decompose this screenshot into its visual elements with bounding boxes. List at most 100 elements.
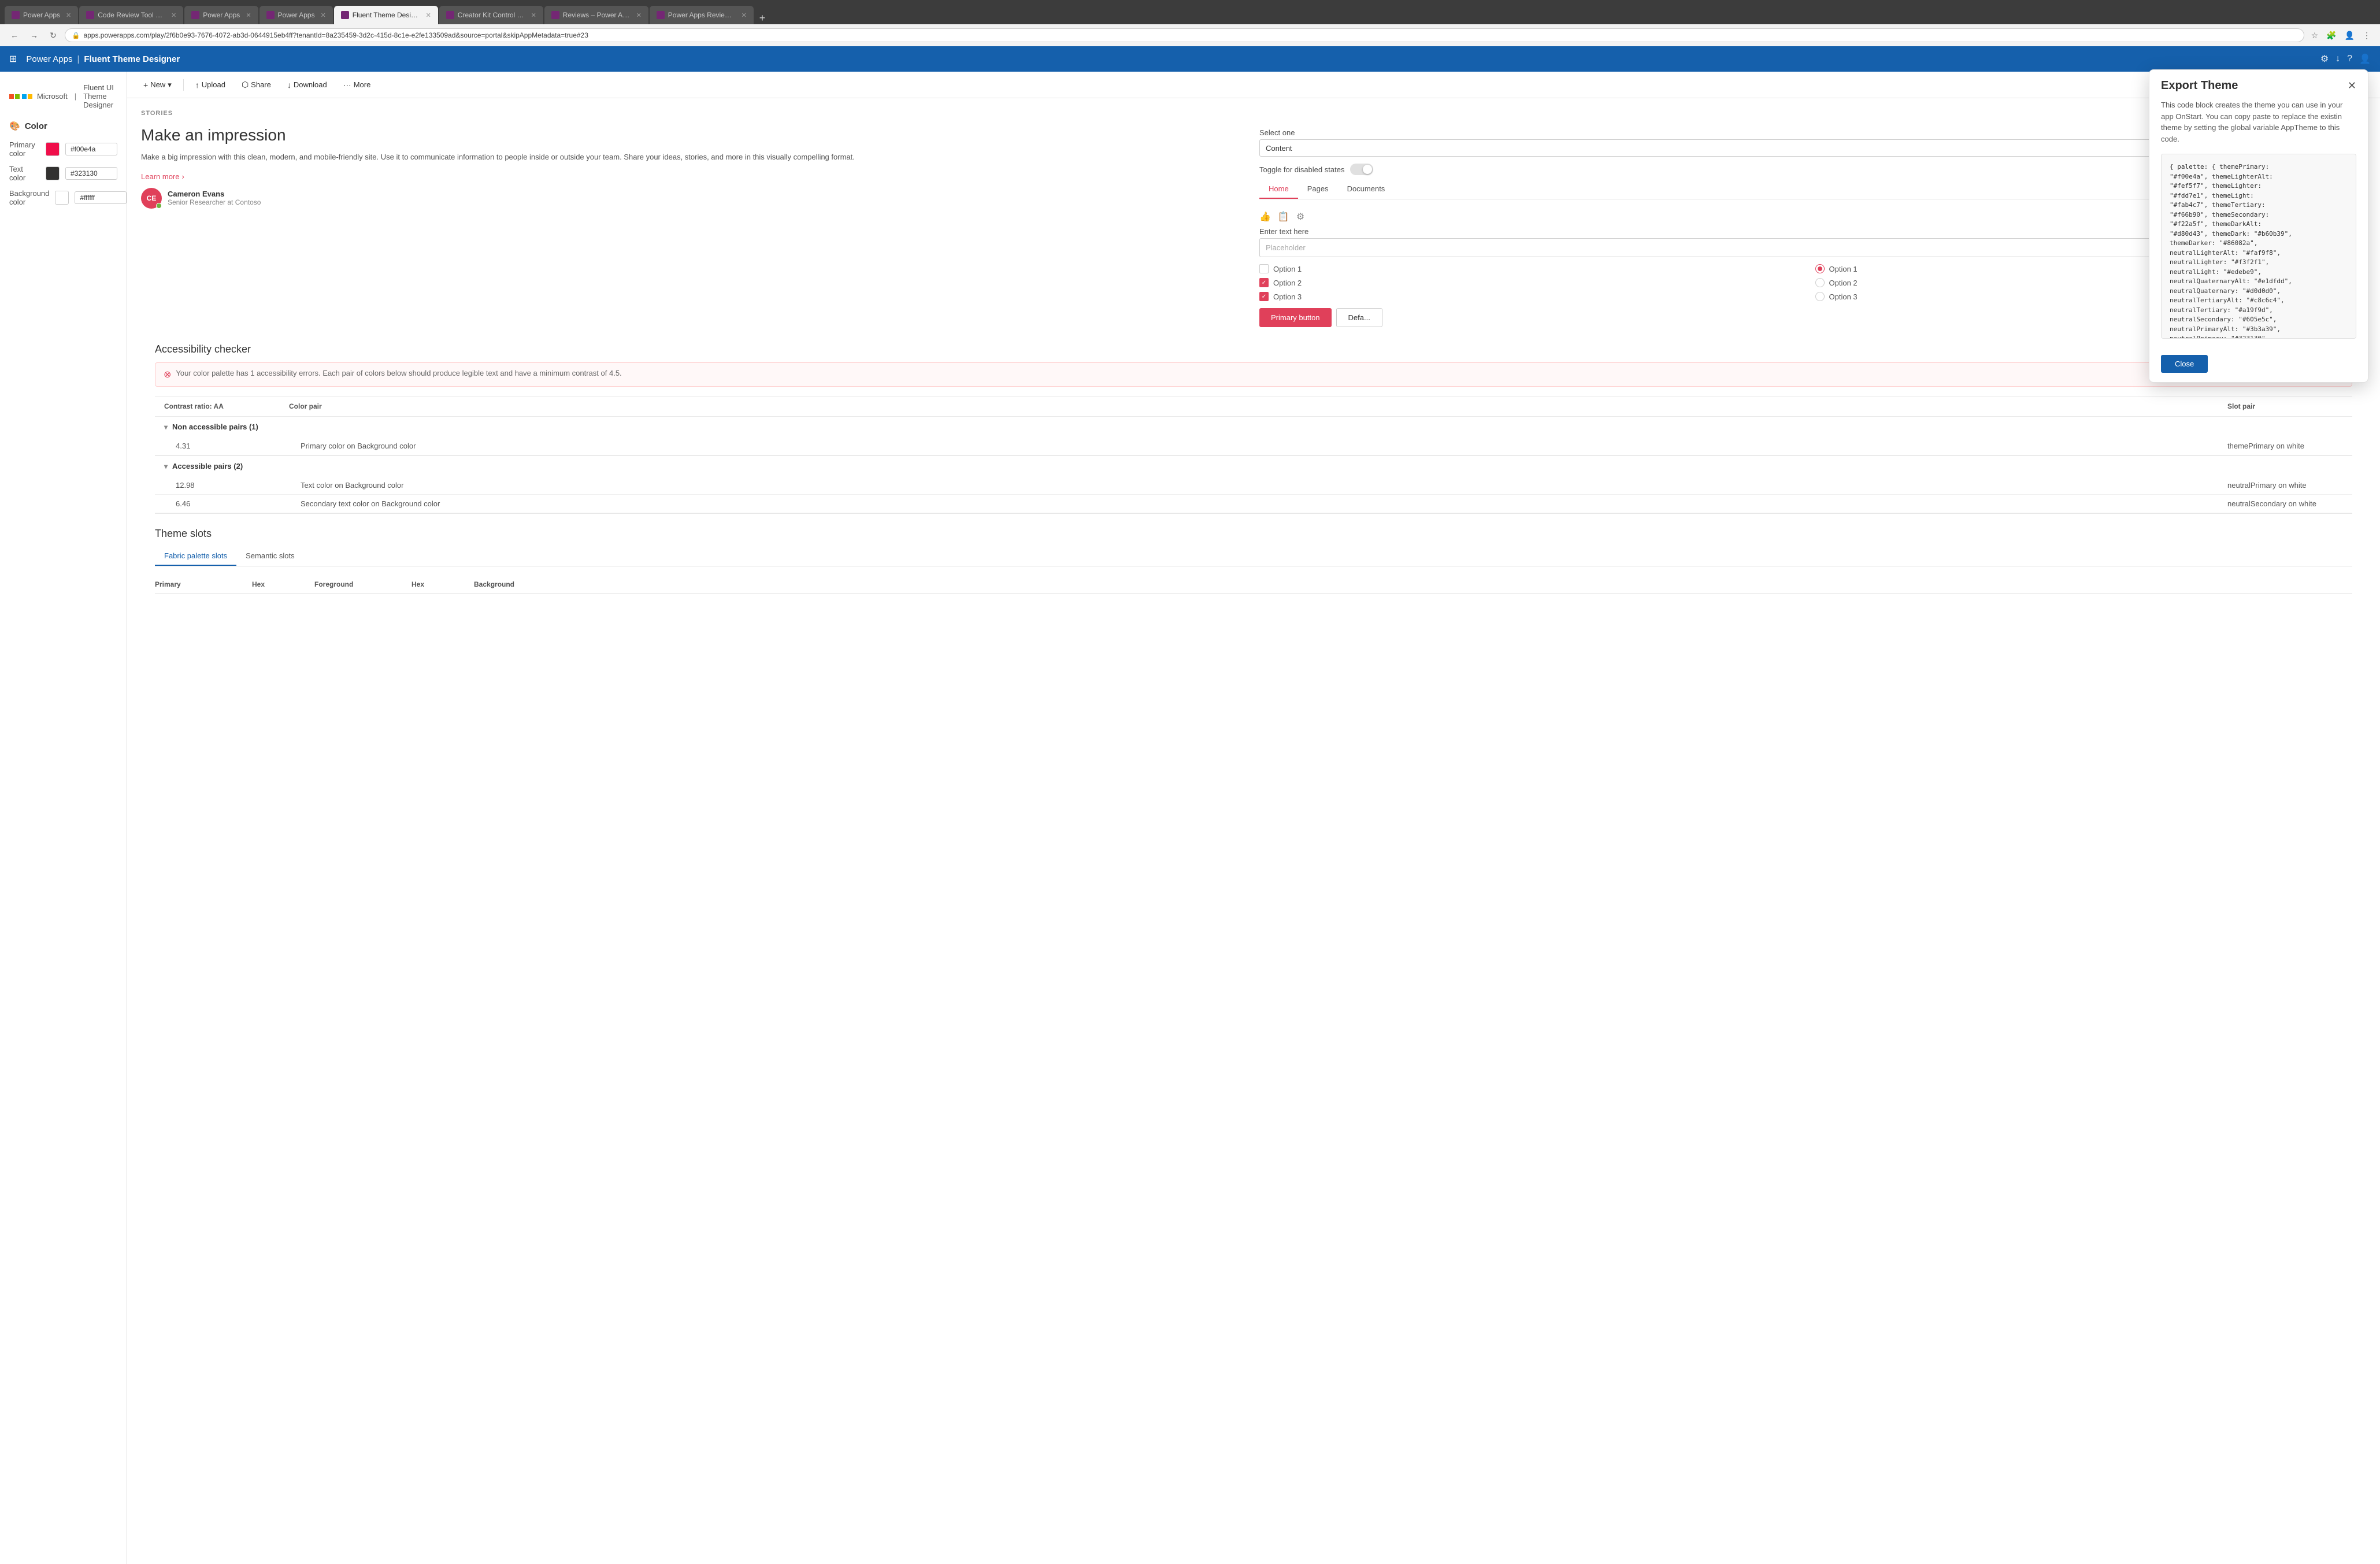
tab-6[interactable]: Creator Kit Control Refere... ✕ [439,6,543,24]
tab-3[interactable]: Power Apps ✕ [184,6,258,24]
tab-4[interactable]: Power Apps ✕ [259,6,333,24]
tab-bar: Power Apps ✕ Code Review Tool Experim...… [0,0,2380,24]
primary-color-swatch[interactable] [46,142,60,156]
primary-color-input[interactable] [65,143,117,155]
radio-3[interactable] [1815,292,1825,301]
settings2-icon[interactable]: ⚙ [1296,211,1304,223]
radio-1-label: Option 1 [1829,265,1858,273]
row1-pair: Primary color on Background color [301,442,2218,450]
text-color-swatch[interactable] [46,166,60,180]
sidebar-logo: Microsoft | Fluent UI Theme Designer [9,83,117,109]
tab-close-6[interactable]: ✕ [531,12,536,19]
acc-row2-pair: Secondary text color on Background color [301,499,2218,508]
new-tab-button[interactable]: + [755,12,770,24]
accessible-section: ▾ Accessible pairs (2) 12.98 Text color … [155,456,2352,514]
radio-2[interactable] [1815,278,1825,287]
checkbox-item-2[interactable]: ✓ Option 2 [1259,278,1811,287]
reload-button[interactable]: ↻ [46,29,60,42]
toggle-label: Toggle for disabled states [1259,165,1344,174]
toggle-knob[interactable] [1350,164,1373,175]
pivot-home[interactable]: Home [1259,180,1298,199]
breadcrumb-root[interactable]: Power Apps [26,54,72,64]
tab-close-8[interactable]: ✕ [742,12,747,19]
new-button[interactable]: + New ▾ [136,77,179,93]
tab-favicon-8 [657,11,665,19]
menu-button[interactable]: ⋮ [2360,28,2373,43]
tab-favicon-7 [551,11,559,19]
share-button[interactable]: ⬡ Share [235,76,278,93]
settings-icon[interactable]: ⚙ [2320,53,2329,65]
forward-button[interactable]: → [27,29,42,41]
theme-tab-fabric-label: Fabric palette slots [164,551,227,560]
primary-color-label: Primary color [9,140,40,158]
learn-more-link[interactable]: Learn more › [141,172,1248,181]
checkbox-1[interactable] [1259,264,1269,273]
export-close-button[interactable]: Close [2161,355,2208,373]
tab-close-5[interactable]: ✕ [426,12,431,19]
main-area: + New ▾ ↑ Upload ⬡ Share ↓ Download [127,72,2380,1564]
export-panel-header: Export Theme ✕ [2149,70,2368,92]
help-icon[interactable]: ? [2347,54,2352,64]
default-button[interactable]: Defa... [1336,308,1382,327]
download-icon[interactable]: ↓ [2335,54,2340,64]
acc-row1-pair: Text color on Background color [301,481,2218,490]
learn-more-chevron: › [181,172,184,181]
more-button[interactable]: ··· More [336,77,378,93]
accessible-header[interactable]: ▾ Accessible pairs (2) [155,456,2352,476]
non-accessible-header[interactable]: ▾ Non accessible pairs (1) [155,417,2352,437]
primary-button[interactable]: Primary button [1259,308,1332,327]
tab-close-7[interactable]: ✕ [636,12,642,19]
theme-tab-semantic-label: Semantic slots [246,551,295,560]
tab-7[interactable]: Reviews – Power Apps ✕ [544,6,648,24]
code-block[interactable]: { palette: { themePrimary: "#f00e4a", th… [2161,154,2356,339]
tab-close-4[interactable]: ✕ [321,12,326,19]
sidebar: Microsoft | Fluent UI Theme Designer 🎨 C… [0,72,127,1564]
col-header-ratio: Contrast ratio: AA [164,402,280,410]
theme-tab-semantic[interactable]: Semantic slots [236,547,304,566]
checkbox-3-label: Option 3 [1273,292,1302,301]
pivot-pages[interactable]: Pages [1298,180,1338,199]
checkbox-3[interactable]: ✓ [1259,292,1269,301]
avatar-badge [156,203,162,209]
tab-close-3[interactable]: ✕ [246,12,251,19]
tab-2[interactable]: Code Review Tool Experim... ✕ [79,6,183,24]
download-button[interactable]: ↓ Download [280,77,334,93]
bookmark-button[interactable]: ☆ [2309,28,2321,43]
row1-slot: themePrimary on white [2227,442,2343,450]
checkbox-item-1[interactable]: Option 1 [1259,264,1811,273]
grid-icon[interactable]: ⊞ [9,53,17,65]
card-body: Make a big impression with this clean, m… [141,151,1248,163]
like-icon[interactable]: 👍 [1259,211,1271,223]
accessible-chevron: ▾ [164,462,168,470]
background-color-input[interactable] [75,191,127,204]
user-avatar[interactable]: 👤 [2359,53,2371,65]
export-panel-close-x[interactable]: ✕ [2348,80,2356,92]
breadcrumb-current[interactable]: Fluent Theme Designer [84,54,180,64]
avatar: CE [141,188,162,209]
extensions-button[interactable]: 🧩 [2324,28,2338,43]
profile-button[interactable]: 👤 [2342,28,2357,43]
theme-tab-fabric[interactable]: Fabric palette slots [155,547,236,566]
url-box[interactable]: 🔒 apps.powerapps.com/play/2f6b0e93-7676-… [65,28,2304,42]
copy-icon[interactable]: 📋 [1278,211,1289,223]
radio-1[interactable] [1815,264,1825,273]
radio-3-label: Option 3 [1829,292,1858,301]
tab-close[interactable]: ✕ [66,12,71,19]
download-label: Download [294,80,327,89]
tab-close-2[interactable]: ✕ [171,12,176,19]
tab-1[interactable]: Power Apps ✕ [5,6,78,24]
slot-col-hex1: Hex [252,580,310,588]
accessible-row-2: 6.46 Secondary text color on Background … [155,495,2352,513]
theme-tabs: Fabric palette slots Semantic slots [155,547,2352,566]
tab-5-active[interactable]: Fluent Theme Designer - ... ✕ [334,6,438,24]
checkbox-item-3[interactable]: ✓ Option 3 [1259,292,1811,301]
non-accessible-label: Non accessible pairs (1) [172,422,258,431]
text-color-input[interactable] [65,167,117,180]
back-button[interactable]: ← [7,29,22,41]
tab-8[interactable]: Power Apps Review Tool ... ✕ [650,6,754,24]
card-heading: Make an impression [141,126,1248,144]
checkbox-2[interactable]: ✓ [1259,278,1269,287]
background-color-swatch[interactable] [55,191,69,205]
pivot-documents[interactable]: Documents [1338,180,1395,199]
upload-button[interactable]: ↑ Upload [188,77,232,93]
